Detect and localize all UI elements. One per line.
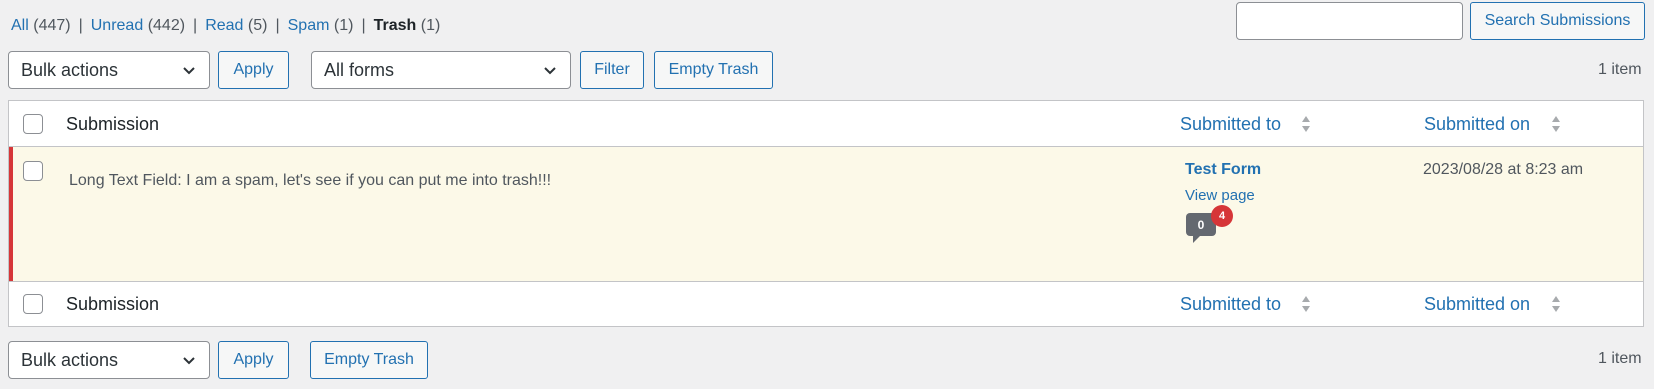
search-input[interactable] (1236, 2, 1463, 40)
column-submission: Submission (66, 114, 160, 134)
empty-trash-button-bottom[interactable]: Empty Trash (310, 341, 428, 379)
pending-count-badge: 4 (1211, 205, 1233, 227)
displaying-num-top: 1 item (1598, 61, 1642, 78)
chevron-down-icon (544, 67, 556, 75)
sort-icon[interactable] (1301, 114, 1311, 134)
column-submitted-to-footer[interactable]: Submitted to (1180, 294, 1281, 315)
filter-separator: | (78, 17, 83, 34)
forms-selected: All forms (324, 59, 395, 80)
filter-separator: | (275, 17, 280, 34)
bubble-tail-icon (1193, 235, 1201, 243)
submitted-date: 2023/08/28 at 8:23 am (1423, 161, 1584, 178)
filter-read-link[interactable]: Read (205, 17, 243, 34)
search-submissions-button[interactable]: Search Submissions (1470, 2, 1645, 40)
column-submitted-to[interactable]: Submitted to (1180, 114, 1281, 135)
filter-unread-link[interactable]: Unread (91, 17, 143, 34)
filter-spam-link[interactable]: Spam (288, 17, 330, 34)
filter-read-count: (5) (247, 17, 268, 34)
sort-icon[interactable] (1551, 114, 1561, 134)
form-title-link[interactable]: Test Form (1185, 161, 1261, 179)
view-page-link[interactable]: View page (1185, 187, 1255, 204)
submissions-table: Submission Submitted to Submitted on Lon… (8, 100, 1644, 327)
column-submitted-on-footer[interactable]: Submitted on (1424, 294, 1530, 315)
bulk-actions-selected: Bulk actions (21, 349, 119, 370)
filter-unread[interactable]: Unread (442) (91, 17, 185, 34)
filter-separator: | (361, 17, 366, 34)
forms-select[interactable]: All forms (311, 51, 571, 89)
filter-spam[interactable]: Spam (1) (288, 17, 354, 34)
select-all-checkbox-footer[interactable] (23, 294, 43, 314)
filter-all-link[interactable]: All (11, 17, 29, 34)
empty-trash-button-top[interactable]: Empty Trash (654, 51, 773, 89)
apply-button-top[interactable]: Apply (218, 51, 289, 89)
filter-separator: | (193, 17, 198, 34)
row-checkbox[interactable] (23, 161, 43, 181)
bulk-actions-selected: Bulk actions (21, 59, 119, 80)
table-header: Submission Submitted to Submitted on (9, 101, 1643, 147)
submission-text[interactable]: Long Text Field: I am a spam, let's see … (69, 172, 551, 190)
chevron-down-icon (183, 357, 195, 365)
bulk-actions-select-bottom[interactable]: Bulk actions (8, 341, 210, 379)
filter-trash[interactable]: Trash (1) (374, 17, 441, 34)
select-all-checkbox[interactable] (23, 114, 43, 134)
status-filter-links: All (447) | Unread (442) | Read (5) | Spam (1)… (11, 17, 440, 35)
column-submission-footer: Submission (66, 294, 160, 314)
column-submitted-on[interactable]: Submitted on (1424, 114, 1530, 135)
filter-all[interactable]: All (447) (11, 17, 71, 34)
filter-button[interactable]: Filter (580, 51, 644, 89)
filter-spam-count: (1) (333, 17, 354, 34)
filter-unread-count: (442) (147, 17, 186, 34)
filter-trash-link[interactable]: Trash (374, 17, 417, 34)
table-row[interactable]: Long Text Field: I am a spam, let's see … (9, 147, 1643, 281)
filter-read[interactable]: Read (5) (205, 17, 267, 34)
sort-icon[interactable] (1301, 294, 1311, 314)
filter-all-count: (447) (33, 17, 71, 34)
bulk-actions-select-top[interactable]: Bulk actions (8, 51, 210, 89)
displaying-num-bottom: 1 item (1598, 350, 1642, 367)
table-footer: Submission Submitted to Submitted on (9, 281, 1643, 326)
sort-icon[interactable] (1551, 294, 1561, 314)
chevron-down-icon (183, 67, 195, 75)
apply-button-bottom[interactable]: Apply (218, 341, 289, 379)
filter-trash-count: (1) (420, 17, 441, 34)
